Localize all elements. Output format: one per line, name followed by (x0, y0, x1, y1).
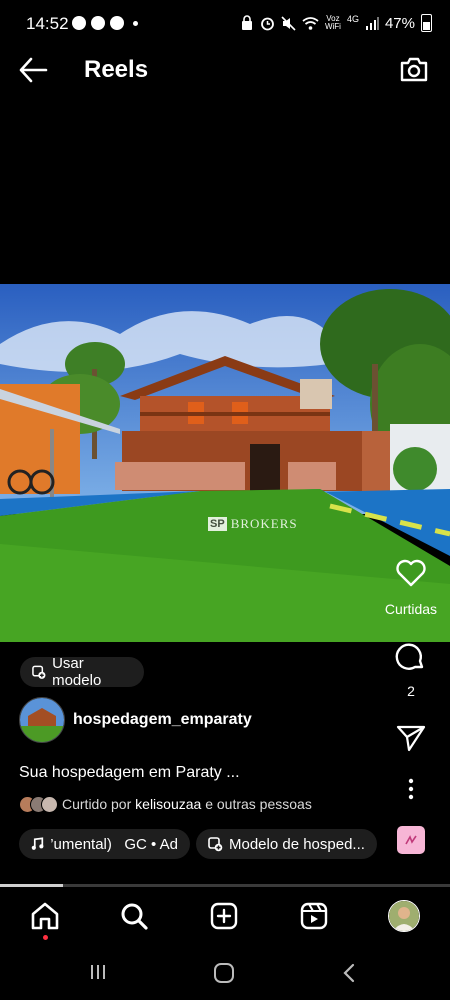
use-template-button[interactable]: Usar modelo (20, 655, 144, 689)
status-bar: 14:52 Voz WiFi 4G 47% (0, 0, 450, 48)
status-right-icons: Voz WiFi 4G 47% (240, 14, 432, 32)
post-caption[interactable]: Sua hospedagem em Paraty ... (19, 764, 240, 782)
share-send-icon[interactable] (396, 724, 426, 752)
nav-create[interactable] (209, 901, 239, 931)
bottom-nav (0, 888, 450, 944)
reels-icon (300, 902, 327, 930)
chrome-icon (110, 16, 124, 30)
system-back-icon[interactable] (340, 962, 358, 984)
template-icon (208, 836, 223, 851)
audio-thumbnail[interactable] (397, 826, 425, 854)
network-label: 4G (346, 14, 359, 24)
liked-user[interactable]: kelisouzaa (135, 796, 201, 812)
more-options-icon[interactable] (407, 778, 415, 800)
liked-suffix: e outras pessoas (201, 796, 312, 812)
author-username[interactable]: hospedagem_emparaty (73, 711, 252, 729)
status-notification-icons (72, 16, 138, 30)
reel-progress-fill (0, 884, 63, 887)
like-label[interactable]: Curtidas (380, 601, 442, 617)
template-chip[interactable]: Modelo de hosped... (196, 829, 377, 859)
audio-chip[interactable]: ’umental) GC • Ad (19, 829, 190, 859)
nav-profile[interactable] (388, 900, 421, 932)
liked-prefix: Curtido por (62, 796, 136, 812)
wifi-icon (302, 16, 319, 30)
system-home-icon[interactable] (213, 962, 235, 984)
nav-search[interactable] (119, 901, 149, 931)
home-icon (31, 902, 59, 930)
chrome-icon (91, 16, 105, 30)
profile-avatar-image (389, 901, 420, 931)
author-avatar[interactable] (19, 697, 65, 743)
like-heart-icon[interactable] (395, 558, 427, 588)
comment-count: 2 (407, 683, 415, 699)
messenger-icon (72, 16, 86, 30)
music-note-icon (31, 837, 44, 850)
status-time: 14:52 (26, 14, 69, 33)
battery-percent: 47% (384, 14, 415, 32)
recent-apps-icon[interactable] (88, 962, 108, 982)
mute-icon (281, 15, 296, 31)
liker-avatar (41, 796, 58, 813)
avatar-image (20, 698, 64, 742)
house-photo (0, 284, 450, 642)
alarm-icon (261, 17, 274, 30)
comment-icon[interactable] (394, 640, 428, 674)
notification-dot (42, 935, 48, 940)
template-chip-label: Modelo de hosped... (229, 835, 365, 853)
nav-reels[interactable] (299, 901, 329, 931)
watermark: SP BROKERS (208, 516, 298, 532)
audio-label: ’umental) GC • Ad (50, 835, 178, 853)
arrow-left-icon[interactable] (18, 56, 48, 84)
liked-by-avatars (19, 796, 58, 813)
reel-progress-track[interactable] (0, 884, 450, 887)
watermark-text: BROKERS (230, 516, 298, 531)
signal-icon (365, 17, 379, 30)
battery-icon (421, 14, 432, 32)
lock-icon (241, 15, 252, 30)
nav-home[interactable] (30, 901, 60, 940)
profile-avatar (388, 900, 421, 932)
more-notifications-icon (133, 20, 138, 26)
use-template-label: Usar modelo (52, 655, 102, 689)
page-title: Reels (84, 56, 149, 83)
create-icon (210, 902, 238, 930)
voz-wifi-label: Voz WiFi (324, 14, 341, 31)
search-icon (121, 903, 148, 930)
audio-art-icon (405, 835, 417, 845)
watermark-logo: SP (208, 517, 227, 531)
reel-media[interactable]: SP BROKERS (0, 284, 450, 642)
liked-by-text[interactable]: Curtido por kelisouzaa e outras pessoas (62, 796, 312, 812)
template-icon (32, 665, 46, 679)
camera-icon[interactable] (399, 55, 429, 83)
